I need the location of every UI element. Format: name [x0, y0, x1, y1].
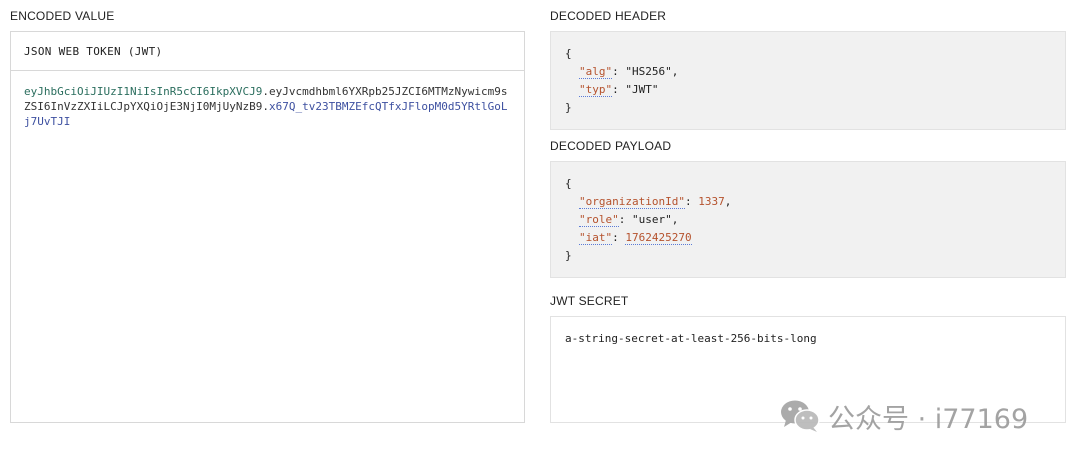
json-separator: :	[618, 213, 632, 226]
jwt-secret-label: JWT SECRET	[550, 294, 629, 308]
json-value: 1337	[698, 195, 725, 208]
json-key[interactable]: "iat"	[579, 231, 613, 245]
json-line: "role": "user",	[565, 211, 1065, 229]
json-open-brace: {	[565, 177, 572, 190]
json-separator: :	[612, 83, 626, 96]
json-line: "iat": 1762425270	[565, 229, 1065, 247]
json-line: "organizationId": 1337,	[565, 193, 1065, 211]
json-value: "user"	[632, 213, 672, 226]
encoded-token-panel: JSON WEB TOKEN (JWT) eyJhbGciOiJIUzI1NiI…	[10, 31, 525, 423]
decoded-payload-editor[interactable]: { "organizationId": 1337, "role": "user"…	[550, 161, 1066, 278]
json-trailing-comma: ,	[724, 195, 732, 208]
json-key[interactable]: "organizationId"	[579, 195, 685, 209]
json-trailing-comma: ,	[671, 65, 679, 78]
watermark-text: 公众号 · i77169	[828, 403, 1029, 435]
decoded-payload-label: DECODED PAYLOAD	[550, 139, 672, 153]
json-close-brace: }	[565, 101, 572, 114]
watermark: 公众号 · i77169	[780, 398, 1029, 435]
json-value: "HS256"	[625, 65, 672, 78]
json-separator: :	[612, 65, 626, 78]
decoded-header-label: DECODED HEADER	[550, 9, 667, 23]
json-open-brace: {	[565, 47, 572, 60]
json-key[interactable]: "alg"	[579, 65, 613, 79]
json-key[interactable]: "typ"	[579, 83, 613, 97]
json-line: "typ": "JWT"	[565, 81, 1065, 99]
json-separator: :	[612, 231, 626, 244]
token-type-header: JSON WEB TOKEN (JWT)	[11, 32, 524, 71]
json-key[interactable]: "role"	[579, 213, 619, 227]
decoded-header-editor[interactable]: { "alg": "HS256", "typ": "JWT" }	[550, 31, 1066, 130]
json-value: "JWT"	[625, 83, 659, 96]
json-timestamp-value[interactable]: 1762425270	[625, 231, 692, 245]
token-header-part: eyJhbGciOiJIUzI1NiIsInR5cCI6IkpXVCJ9	[24, 85, 263, 98]
json-close-brace: }	[565, 249, 572, 262]
jwt-secret-value: a-string-secret-at-least-256-bits-long	[565, 332, 817, 345]
json-line: "alg": "HS256",	[565, 63, 1065, 81]
encoded-value-label: ENCODED VALUE	[10, 9, 115, 23]
encoded-token-textarea[interactable]: eyJhbGciOiJIUzI1NiIsInR5cCI6IkpXVCJ9.eyJ…	[11, 71, 524, 129]
json-trailing-comma: ,	[671, 213, 679, 226]
wechat-icon	[781, 400, 820, 432]
json-separator: :	[684, 195, 699, 208]
